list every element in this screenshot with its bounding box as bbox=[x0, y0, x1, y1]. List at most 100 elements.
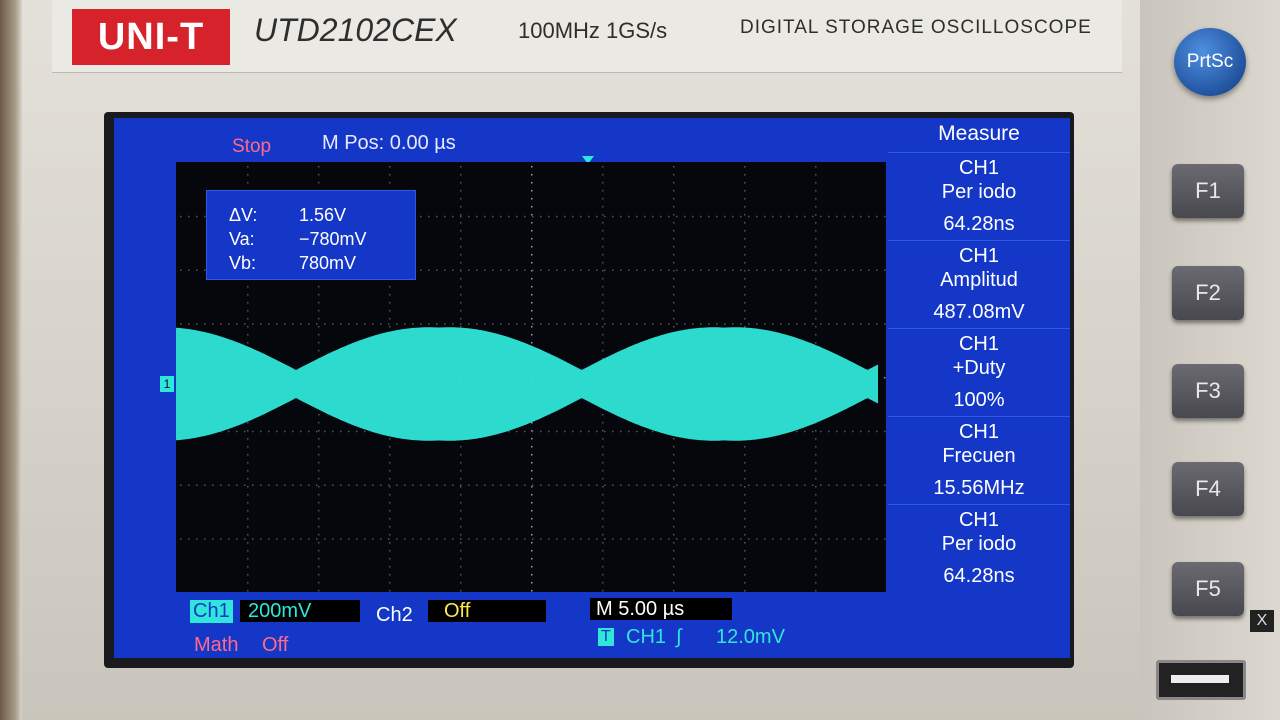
graticule-dot bbox=[612, 538, 614, 540]
graticule-dot bbox=[389, 518, 391, 520]
graticule-dot bbox=[180, 484, 182, 486]
graticule-dot bbox=[460, 166, 462, 168]
graticule-dot bbox=[300, 323, 302, 325]
graticule-dot bbox=[868, 538, 870, 540]
graticule-dot bbox=[815, 182, 817, 184]
measure-title: Measure bbox=[938, 122, 1020, 145]
close-icon[interactable]: X bbox=[1250, 610, 1274, 632]
graticule-dot bbox=[556, 269, 558, 271]
graticule-dot bbox=[556, 215, 558, 218]
graticule-dot bbox=[628, 430, 630, 433]
graticule-dot bbox=[484, 323, 486, 325]
cursor-b-row: Vb: 780mV bbox=[229, 253, 356, 274]
graticule-dot bbox=[308, 323, 310, 325]
graticule-dot bbox=[247, 430, 249, 432]
cursor-delta-label: ΔV: bbox=[229, 205, 258, 225]
measure-item-2[interactable]: CH1 Amplitud 487.08mV bbox=[888, 240, 1070, 327]
graticule-dot bbox=[508, 430, 510, 433]
graticule-dot bbox=[673, 238, 675, 240]
graticule-dot bbox=[684, 323, 686, 325]
graticule-dot bbox=[673, 302, 675, 304]
graticule-dot bbox=[468, 538, 470, 540]
measure-item-5[interactable]: CH1 Per iodo 64.28ns bbox=[888, 504, 1070, 591]
prtsc-button[interactable]: PrtSc bbox=[1174, 28, 1246, 96]
graticule-dot bbox=[508, 484, 510, 486]
f4-button[interactable]: F4 bbox=[1172, 462, 1244, 516]
measure-item-3[interactable]: CH1 +Duty 100% bbox=[888, 328, 1070, 415]
graticule-dot bbox=[572, 538, 574, 540]
graticule-dot bbox=[276, 323, 278, 325]
measure-channel: CH1 bbox=[958, 421, 999, 443]
graticule-dot bbox=[852, 323, 854, 325]
graticule-dot bbox=[389, 318, 391, 320]
graticule-dot bbox=[815, 318, 817, 320]
graticule-dot bbox=[815, 462, 817, 464]
graticule-dot bbox=[318, 414, 320, 416]
graticule-dot bbox=[744, 230, 746, 232]
f3-button[interactable]: F3 bbox=[1172, 364, 1244, 418]
graticule-dot bbox=[788, 538, 790, 540]
graticule-dot bbox=[884, 484, 886, 486]
graticule-dot bbox=[580, 269, 582, 271]
graticule-dot bbox=[724, 484, 726, 486]
graticule-dot bbox=[602, 422, 604, 424]
f1-label: F1 bbox=[1195, 178, 1221, 203]
f1-button[interactable]: F1 bbox=[1172, 164, 1244, 218]
graticule-dot bbox=[602, 502, 604, 504]
trigger-icon: T bbox=[598, 628, 614, 646]
graticule-dot bbox=[708, 215, 710, 218]
graticule-dot bbox=[247, 454, 249, 456]
graticule-dot bbox=[673, 590, 675, 592]
graticule-dot bbox=[436, 484, 438, 486]
graticule-dot bbox=[548, 484, 550, 486]
graticule-dot bbox=[404, 484, 406, 486]
graticule-dot bbox=[531, 206, 533, 208]
graticule-dot bbox=[744, 190, 746, 192]
cursor-a-row: Va: −780mV bbox=[229, 229, 367, 250]
graticule-dot bbox=[247, 438, 249, 440]
trigger-slope-icon: ∫ bbox=[676, 626, 682, 648]
usb-port[interactable] bbox=[1156, 660, 1246, 700]
graticule-dot bbox=[420, 215, 422, 218]
measure-value: 64.28ns bbox=[943, 213, 1015, 235]
graticule-dot bbox=[588, 323, 590, 325]
graticule-dot bbox=[531, 214, 533, 216]
graticule-dot bbox=[596, 538, 598, 540]
graticule-dot bbox=[602, 326, 604, 328]
math-label: Math bbox=[194, 634, 239, 656]
graticule-dot bbox=[676, 484, 678, 486]
graticule-dot bbox=[196, 215, 198, 218]
measure-panel: Measure CH1 Per iodo 64.28ns CH1 Amplitu… bbox=[888, 118, 1070, 658]
f2-button[interactable]: F2 bbox=[1172, 266, 1244, 320]
graticule-dot bbox=[732, 215, 734, 218]
graticule-dot bbox=[531, 550, 533, 552]
graticule-dot bbox=[815, 230, 817, 232]
graticule-dot bbox=[212, 538, 214, 540]
measure-item-1[interactable]: CH1 Per iodo 64.28ns bbox=[888, 152, 1070, 239]
brand-logo: UNI-T bbox=[72, 9, 230, 65]
graticule-dot bbox=[602, 238, 604, 240]
graticule-dot bbox=[602, 590, 604, 592]
graticule-dot bbox=[804, 484, 806, 486]
graticule-dot bbox=[531, 470, 533, 472]
graticule-dot bbox=[531, 174, 533, 176]
graticule-dot bbox=[673, 190, 675, 192]
graticule-dot bbox=[780, 538, 782, 540]
graticule-dot bbox=[828, 430, 830, 433]
graticule-dot bbox=[564, 484, 566, 486]
graticule-dot bbox=[602, 286, 604, 288]
graticule-dot bbox=[588, 430, 590, 433]
graticule-dot bbox=[564, 215, 566, 218]
graticule-dot bbox=[540, 215, 542, 218]
graticule-dot bbox=[673, 446, 675, 448]
graticule-dot bbox=[236, 323, 238, 325]
graticule-dot bbox=[247, 174, 249, 176]
graticule-dot bbox=[196, 484, 198, 486]
graticule-dot bbox=[836, 269, 838, 271]
graticule-dot bbox=[531, 566, 533, 568]
graticule-dot bbox=[772, 323, 774, 325]
graticule-dot bbox=[780, 269, 782, 271]
graticule-dot bbox=[532, 430, 534, 433]
f5-button[interactable]: F5 bbox=[1172, 562, 1244, 616]
measure-item-4[interactable]: CH1 Frecuen 15.56MHz bbox=[888, 416, 1070, 503]
